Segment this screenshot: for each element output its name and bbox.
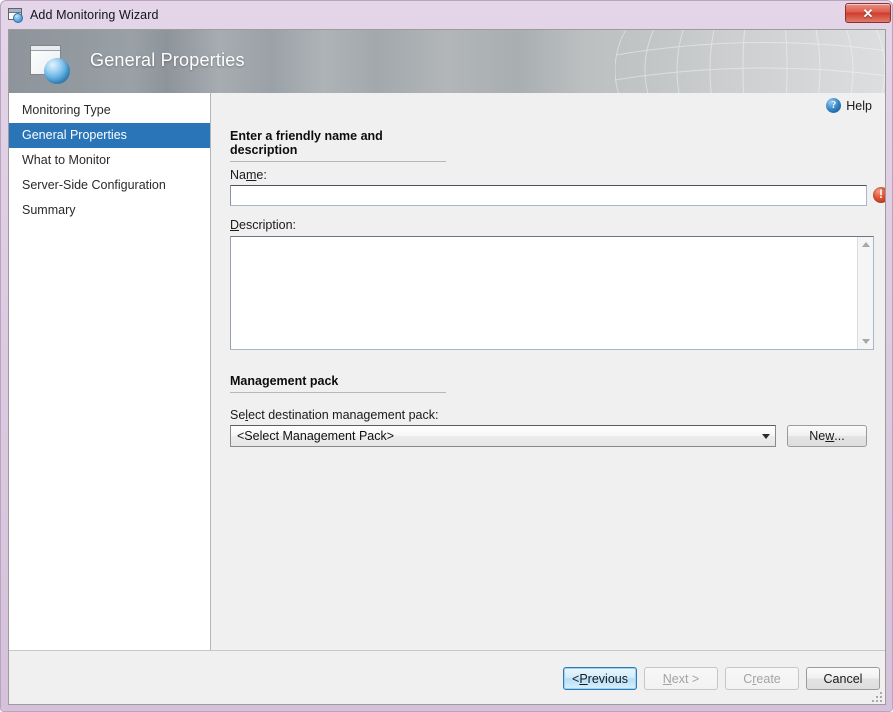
cancel-label: Cancel bbox=[824, 672, 863, 686]
previous-label-part1: < bbox=[572, 672, 579, 686]
mp-label-part1: Se bbox=[230, 408, 245, 422]
name-field-label: Name: bbox=[230, 168, 267, 182]
new-label-accel: w bbox=[825, 429, 834, 443]
name-label-part2: e: bbox=[256, 168, 266, 182]
previous-label-accel: P bbox=[579, 672, 587, 686]
new-label-part1: Ne bbox=[809, 429, 825, 443]
sidebar-item-general-properties[interactable]: General Properties bbox=[9, 123, 210, 148]
name-label-part1: Na bbox=[230, 168, 246, 182]
window-title: Add Monitoring Wizard bbox=[30, 8, 159, 22]
description-input[interactable] bbox=[231, 237, 857, 349]
create-button: Create bbox=[725, 667, 799, 690]
window-sphere-icon bbox=[8, 8, 24, 23]
mp-label-part2: ect destination management pack: bbox=[248, 408, 438, 422]
description-field-label: Description: bbox=[230, 218, 296, 232]
previous-label-part2: revious bbox=[588, 672, 628, 686]
client-area: General Properties Monitoring Type Gener… bbox=[8, 29, 886, 705]
banner-title: General Properties bbox=[90, 50, 245, 71]
create-label-part2: eate bbox=[756, 672, 780, 686]
cancel-button[interactable]: Cancel bbox=[806, 667, 880, 690]
description-field-wrapper bbox=[230, 236, 874, 350]
section-heading-friendly-name: Enter a friendly name and description bbox=[230, 129, 446, 162]
name-input[interactable] bbox=[230, 185, 867, 206]
wizard-footer: < Previous Next > Create Cancel bbox=[9, 650, 885, 704]
sidebar-item-server-side-configuration[interactable]: Server-Side Configuration bbox=[9, 173, 210, 198]
content-panel: ? Help Enter a friendly name and descrip… bbox=[211, 93, 885, 650]
scroll-up-arrow-icon[interactable] bbox=[862, 242, 870, 247]
section-heading-management-pack: Management pack bbox=[230, 374, 446, 393]
name-label-accel: m bbox=[246, 168, 256, 182]
help-label: Help bbox=[846, 99, 872, 113]
help-link[interactable]: ? Help bbox=[826, 98, 872, 113]
sidebar-item-summary[interactable]: Summary bbox=[9, 198, 210, 223]
management-pack-dropdown[interactable]: <Select Management Pack> bbox=[230, 425, 776, 447]
new-label-part2: ... bbox=[834, 429, 844, 443]
header-banner: General Properties bbox=[9, 30, 885, 93]
description-label-part2: escription: bbox=[239, 218, 296, 232]
next-button: Next > bbox=[644, 667, 718, 690]
close-icon: ✕ bbox=[863, 7, 874, 20]
management-pack-select-label: Select destination management pack: bbox=[230, 408, 438, 422]
sidebar-item-monitoring-type[interactable]: Monitoring Type bbox=[9, 98, 210, 123]
close-button[interactable]: ✕ bbox=[845, 3, 891, 23]
title-bar: Add Monitoring Wizard ✕ bbox=[1, 1, 893, 29]
description-scrollbar[interactable] bbox=[857, 237, 873, 349]
wizard-window: Add Monitoring Wizard ✕ bbox=[0, 0, 893, 712]
error-glyph: ! bbox=[873, 186, 886, 203]
next-label-accel: N bbox=[663, 672, 672, 686]
description-label-accel: D bbox=[230, 218, 239, 232]
globe-mesh-decoration bbox=[615, 30, 885, 93]
chevron-down-icon bbox=[757, 434, 775, 439]
create-label-part1: C bbox=[743, 672, 752, 686]
page-sphere-icon bbox=[30, 45, 72, 85]
sidebar-item-what-to-monitor[interactable]: What to Monitor bbox=[9, 148, 210, 173]
next-label-part2: ext > bbox=[672, 672, 699, 686]
help-question-icon: ? bbox=[826, 98, 841, 113]
management-pack-selected-value: <Select Management Pack> bbox=[231, 429, 757, 443]
wizard-step-sidebar: Monitoring Type General Properties What … bbox=[9, 93, 211, 650]
new-management-pack-button[interactable]: New... bbox=[787, 425, 867, 447]
error-exclamation-icon[interactable]: ! bbox=[873, 187, 886, 203]
resize-grip[interactable] bbox=[870, 690, 882, 702]
scroll-down-arrow-icon[interactable] bbox=[862, 339, 870, 344]
previous-button[interactable]: < Previous bbox=[563, 667, 637, 690]
